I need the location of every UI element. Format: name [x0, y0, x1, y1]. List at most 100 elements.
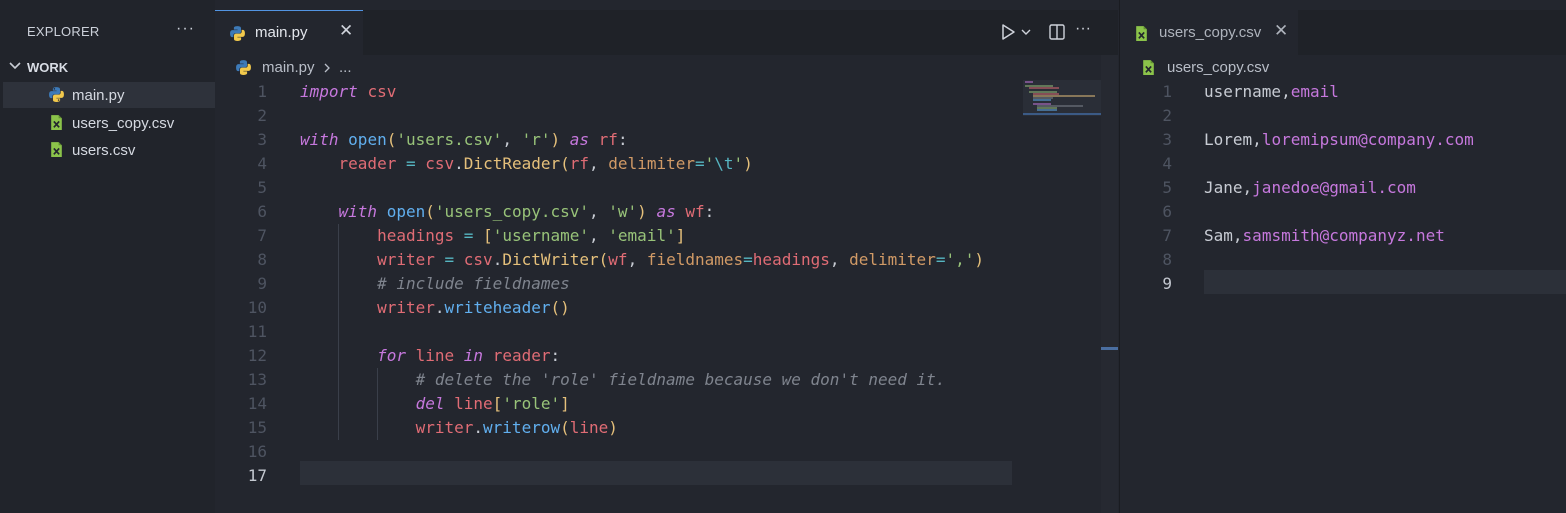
chevron-down-icon[interactable]: [1020, 27, 1032, 37]
breadcrumb-file[interactable]: users_copy.csv: [1167, 59, 1269, 76]
code-token: =: [444, 250, 455, 269]
breadcrumb-symbols[interactable]: ...: [339, 59, 352, 76]
code-line[interactable]: 7 Sam,samsmith@companyz.net: [1120, 224, 1566, 248]
line-text: with open('users_copy.csv', 'w') as wf:: [300, 200, 715, 224]
tab-main-py[interactable]: main.py ✕: [215, 10, 363, 56]
code-token: ,: [627, 250, 647, 269]
code-token: .: [454, 154, 464, 173]
code-area[interactable]: 1 import csv 2 3 with open('users.csv', 'r')…: [215, 80, 1015, 500]
scrollbar-thumb[interactable]: [1101, 347, 1118, 350]
breadcrumb-file[interactable]: main.py: [262, 59, 315, 76]
line-text: Lorem,loremipsum@company.com: [1204, 128, 1474, 152]
more-actions-icon[interactable]: ···: [1075, 20, 1091, 38]
code-line[interactable]: 7 headings = ['username', 'email']: [215, 224, 1015, 248]
split-editor-icon[interactable]: [1048, 23, 1066, 41]
python-icon: [49, 87, 64, 102]
code-line[interactable]: 5 Jane,janedoe@gmail.com: [1120, 176, 1566, 200]
more-actions-icon[interactable]: ···: [176, 20, 195, 38]
line-number: 6: [1162, 202, 1172, 221]
code-line[interactable]: 1 username,email: [1120, 80, 1566, 104]
code-token: line: [454, 394, 493, 413]
tab-label: main.py: [255, 24, 308, 41]
explorer-sidebar: EXPLORER ··· WORK main.py users_copy.csv: [0, 0, 215, 513]
code-line[interactable]: 13 # delete the 'role' fieldname because…: [215, 368, 1015, 392]
code-token: delimiter: [608, 154, 695, 173]
line-number: 10: [247, 298, 267, 317]
tab-users-copy-csv[interactable]: users_copy.csv ✕: [1120, 10, 1298, 56]
csv-file-icon: [1143, 60, 1154, 75]
folder-work[interactable]: WORK: [0, 57, 215, 79]
code-token: import: [300, 82, 358, 101]
python-icon: [230, 26, 245, 41]
minimap[interactable]: [1023, 80, 1101, 120]
code-token: email: [1290, 82, 1339, 101]
code-token: (: [425, 202, 435, 221]
close-icon[interactable]: ✕: [339, 21, 353, 41]
main-tab-bar: main.py ✕: [215, 10, 1118, 56]
code-token: ): [550, 130, 561, 149]
line-number: 5: [257, 178, 267, 197]
close-icon[interactable]: ✕: [1274, 21, 1288, 41]
code-line[interactable]: 3 with open('users.csv', 'r') as rf:: [215, 128, 1015, 152]
code-line[interactable]: 17: [215, 464, 1015, 488]
code-token: 'email': [608, 226, 676, 245]
code-token: csv: [463, 250, 493, 269]
line-number: 2: [1162, 106, 1172, 125]
chevron-right-icon: [324, 63, 330, 73]
file-users-copy-csv[interactable]: users_copy.csv: [3, 110, 215, 136]
file-main-py[interactable]: main.py: [3, 82, 215, 108]
code-line[interactable]: 8: [1120, 248, 1566, 272]
line-number: 9: [257, 274, 267, 293]
code-token: open: [386, 202, 426, 221]
code-line[interactable]: 5: [215, 176, 1015, 200]
code-token: line: [415, 346, 455, 365]
code-token: fieldnames: [646, 250, 744, 269]
line-text: writer = csv.DictWriter(wf, fieldnames=h…: [300, 248, 984, 272]
code-line[interactable]: 11: [215, 320, 1015, 344]
code-token: line: [569, 418, 609, 437]
code-token: writer: [377, 250, 435, 269]
code-token: .: [473, 418, 484, 437]
code-line[interactable]: 15 writer.writerow(line): [215, 416, 1015, 440]
run-icon[interactable]: [999, 23, 1017, 41]
tab-label: users_copy.csv: [1159, 24, 1262, 41]
file-label: users.csv: [72, 142, 136, 159]
code-line[interactable]: 14 del line['role']: [215, 392, 1015, 416]
code-token: :: [617, 130, 628, 149]
code-token: ,: [1252, 130, 1262, 149]
code-line[interactable]: 1 import csv: [215, 80, 1015, 104]
line-text: # delete the 'role' fieldname because we…: [300, 368, 946, 392]
code-line[interactable]: 6: [1120, 200, 1566, 224]
code-area[interactable]: 1 username,email 2 3 Lorem,loremipsum@compan…: [1120, 80, 1566, 300]
code-line[interactable]: 4: [1120, 152, 1566, 176]
line-text: for line in reader:: [300, 344, 560, 368]
code-line[interactable]: 9 # include fieldnames: [215, 272, 1015, 296]
line-number: 6: [257, 202, 267, 221]
code-line[interactable]: 3 Lorem,loremipsum@company.com: [1120, 128, 1566, 152]
line-number: 16: [247, 442, 267, 461]
line-number: 3: [257, 130, 267, 149]
code-token: username: [1204, 82, 1282, 101]
code-line[interactable]: 2: [215, 104, 1015, 128]
code-line[interactable]: 16: [215, 440, 1015, 464]
csv-file-icon: [51, 115, 62, 130]
code-token: samsmith@companyz.net: [1242, 226, 1445, 245]
code-line[interactable]: 6 with open('users_copy.csv', 'w') as wf…: [215, 200, 1015, 224]
vertical-scrollbar[interactable]: [1101, 55, 1118, 513]
code-line[interactable]: 12 for line in reader:: [215, 344, 1015, 368]
code-line[interactable]: 8 writer = csv.DictWriter(wf, fieldnames…: [215, 248, 1015, 272]
code-line[interactable]: 9: [1120, 272, 1566, 296]
code-line[interactable]: 4 reader = csv.DictReader(rf, delimiter=…: [215, 152, 1015, 176]
file-users-csv[interactable]: users.csv: [3, 137, 215, 163]
python-icon: [236, 60, 251, 75]
code-line[interactable]: 10 writer.writeheader(): [215, 296, 1015, 320]
code-token: [: [483, 226, 493, 245]
code-line[interactable]: 2: [1120, 104, 1566, 128]
